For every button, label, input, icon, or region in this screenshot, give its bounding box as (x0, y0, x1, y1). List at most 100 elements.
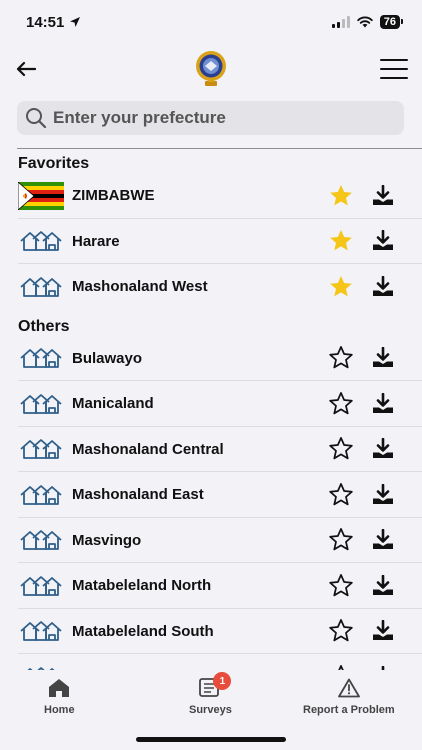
list-item-label: Matabeleland North (72, 577, 212, 595)
houses-icon (20, 575, 62, 596)
tab-report-problem[interactable]: Report a Problem (303, 676, 395, 716)
section-header-favorites: Favorites (18, 155, 90, 172)
favorite-toggle-button[interactable] (326, 272, 356, 302)
surveys-badge: 1 (213, 672, 232, 690)
list-item-label: Midlands (72, 668, 326, 670)
list-item[interactable]: Mashonaland East (0, 472, 422, 518)
houses-icon (20, 484, 62, 505)
download-button[interactable] (370, 664, 396, 670)
hamburger-menu-button[interactable] (380, 59, 408, 79)
cellular-signal-icon (331, 16, 350, 28)
favorite-toggle-button[interactable] (326, 226, 356, 256)
download-button[interactable] (370, 391, 396, 417)
list-item[interactable]: ZIMBABWE (0, 173, 422, 219)
list-item-label: Matabeleland South (72, 622, 214, 640)
favorite-toggle-button[interactable] (326, 662, 356, 670)
region-icon (18, 437, 64, 461)
warning-icon (337, 678, 360, 698)
star-outline-icon (329, 573, 353, 597)
download-icon (373, 275, 393, 296)
region-icon (18, 574, 64, 598)
favorite-toggle-button[interactable] (326, 343, 356, 373)
status-bar: 14:51 76 (0, 0, 422, 44)
arrow-left-icon (16, 61, 36, 77)
search-input[interactable] (53, 108, 373, 128)
menu-line (380, 77, 408, 79)
menu-line (380, 59, 408, 61)
favorite-toggle-button[interactable] (326, 480, 356, 510)
download-button[interactable] (370, 527, 396, 553)
star-filled-icon (330, 275, 352, 297)
status-indicators: 76 (331, 15, 404, 29)
tab-surveys[interactable]: 1 Surveys (189, 672, 232, 716)
favorite-toggle-button[interactable] (326, 525, 356, 555)
list-item[interactable]: Mashonaland West (0, 264, 422, 310)
download-button[interactable] (370, 183, 396, 209)
favorite-toggle-button[interactable] (326, 389, 356, 419)
favorite-toggle-button[interactable] (326, 181, 356, 211)
download-button[interactable] (370, 274, 396, 300)
menu-line (380, 68, 408, 70)
home-indicator (136, 737, 286, 742)
region-icon (18, 229, 64, 253)
star-outline-icon (338, 664, 344, 670)
list-item[interactable]: Masvingo (0, 518, 422, 564)
flag-icon (18, 181, 64, 210)
list-item[interactable]: Manicaland (0, 381, 422, 427)
star-outline-icon (329, 482, 353, 506)
region-icon (18, 483, 64, 507)
list-item-label: Harare (72, 232, 120, 250)
favorite-toggle-button[interactable] (326, 571, 356, 601)
download-icon (373, 483, 393, 504)
download-button[interactable] (370, 482, 396, 508)
favorite-toggle-button[interactable] (326, 616, 356, 646)
favorite-toggle-button[interactable] (326, 434, 356, 464)
list-item[interactable]: Midlands (0, 654, 422, 670)
list-item-label: Bulawayo (72, 349, 143, 367)
region-icon (18, 619, 64, 643)
download-icon (373, 184, 393, 205)
battery-indicator: 76 (379, 15, 404, 29)
status-time: 14:51 (26, 14, 81, 31)
tab-report-label: Report a Problem (303, 704, 395, 716)
star-outline-icon (329, 391, 353, 415)
list-item[interactable]: Matabeleland South (0, 609, 422, 655)
tab-home-label: Home (44, 704, 75, 716)
download-icon (373, 230, 393, 251)
download-button[interactable] (370, 436, 396, 462)
star-outline-icon (329, 437, 353, 460)
list-item[interactable]: Matabeleland North (0, 563, 422, 609)
list-item[interactable]: Bulawayo (0, 336, 422, 382)
wifi-icon (357, 16, 373, 28)
star-outline-icon (329, 346, 353, 369)
download-icon (373, 392, 393, 413)
section-header-others: Others (18, 317, 70, 335)
download-button[interactable] (370, 228, 396, 254)
houses-icon (20, 621, 62, 642)
search-bar[interactable] (17, 101, 404, 135)
download-icon (381, 665, 385, 670)
list-item-label: Mashonaland East (72, 486, 204, 504)
home-icon (49, 679, 70, 697)
houses-icon (20, 530, 62, 551)
star-outline-icon (329, 619, 353, 642)
back-button[interactable] (14, 57, 38, 81)
tab-home[interactable]: Home (44, 676, 75, 716)
search-icon (26, 108, 47, 129)
download-icon (373, 438, 393, 459)
download-button[interactable] (370, 345, 396, 371)
location-arrow-icon (70, 17, 81, 27)
region-icon (18, 346, 64, 370)
star-filled-icon (330, 230, 352, 251)
prefecture-list[interactable]: Favorites ZIMBABWE Harare Mashonaland West… (0, 149, 422, 670)
download-icon (373, 347, 393, 368)
list-item[interactable]: Mashonaland Central (0, 427, 422, 473)
zimbabwe-flag-icon (18, 181, 64, 210)
houses-icon (20, 276, 62, 297)
download-button[interactable] (370, 573, 396, 599)
download-icon (373, 620, 393, 641)
download-button[interactable] (370, 618, 396, 644)
houses-icon (20, 348, 62, 369)
app-logo (196, 51, 226, 86)
list-item[interactable]: Harare (0, 219, 422, 265)
